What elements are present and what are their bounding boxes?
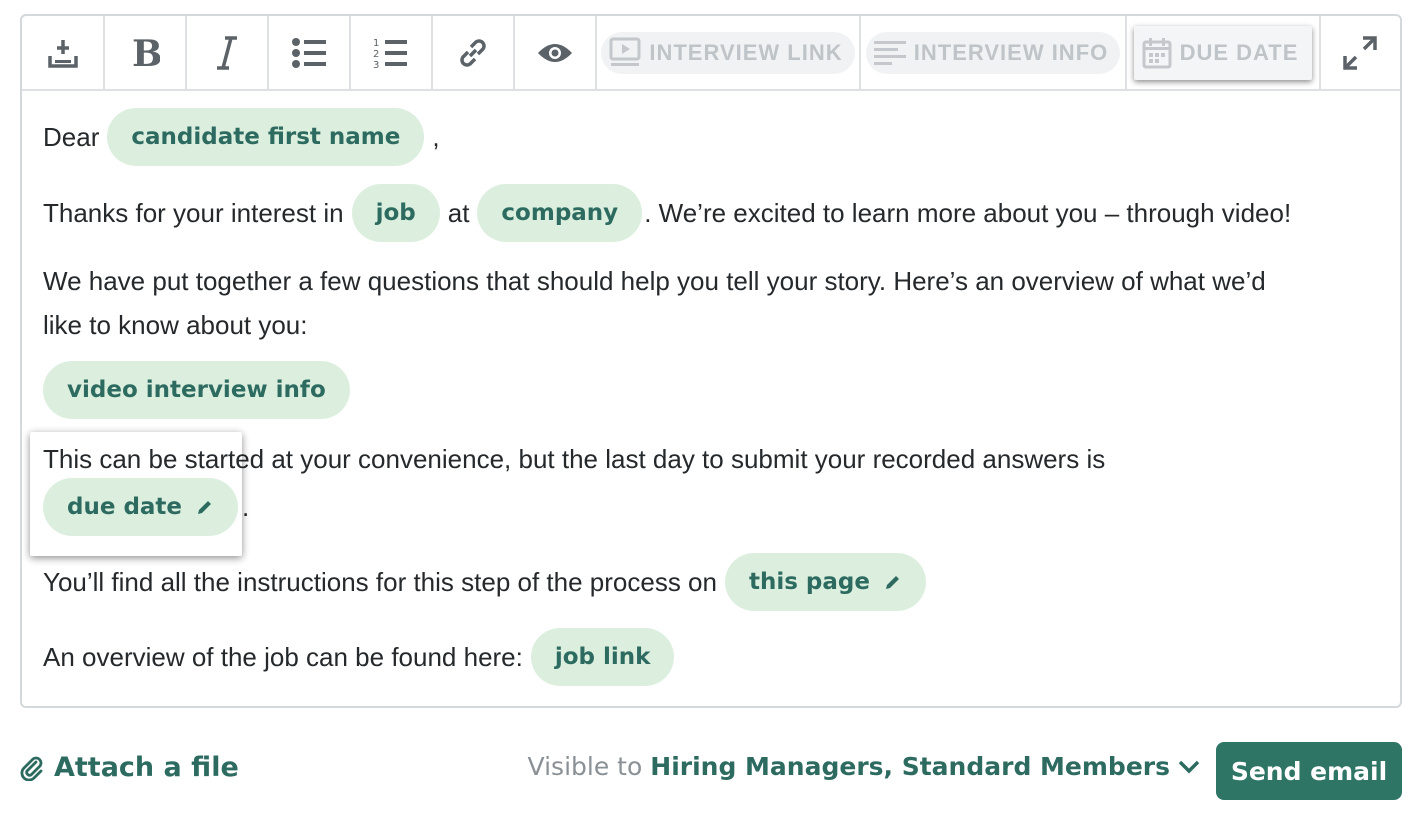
merge-tag-label: due date bbox=[67, 494, 183, 520]
editor-toolbar: B 1 2 3 INTERVIEW LINK INTERVIEW INFO DU… bbox=[22, 16, 1400, 91]
convenience-text: This can be started at your convenience,… bbox=[43, 444, 1106, 474]
thanks-at-text: at bbox=[447, 197, 470, 228]
svg-text:2: 2 bbox=[373, 49, 379, 60]
overview-text-1: We have put together a few questions tha… bbox=[43, 266, 1266, 296]
merge-tag-label: this page bbox=[748, 569, 870, 595]
due-date-period: . bbox=[242, 491, 250, 522]
thanks-line: Thanks for your interest in job at compa… bbox=[43, 184, 1291, 242]
fullscreen-button[interactable] bbox=[1321, 16, 1399, 89]
paperclip-icon bbox=[20, 756, 43, 781]
visible-to-prefix: Visible to bbox=[527, 752, 643, 781]
job-overview-text: An overview of the job can be found here… bbox=[43, 641, 523, 672]
numbered-list-icon: 1 2 3 bbox=[373, 38, 407, 70]
link-icon bbox=[460, 38, 486, 67]
send-email-button[interactable]: Send email bbox=[1216, 742, 1402, 800]
thanks-text: Thanks for your interest in bbox=[43, 197, 344, 228]
insert-template-icon bbox=[47, 39, 78, 68]
interview-info-tag-wrapper: INTERVIEW INFO bbox=[861, 16, 1127, 89]
bullet-list-button[interactable] bbox=[269, 16, 351, 89]
convenience-line: This can be started at your convenience,… bbox=[43, 444, 1105, 475]
merge-tag-label: candidate first name bbox=[131, 124, 401, 150]
attach-file-link[interactable]: Attach a file bbox=[20, 752, 239, 783]
bullet-list-icon bbox=[292, 37, 326, 68]
attach-file-label: Attach a file bbox=[54, 752, 239, 783]
due-date-line: due date . bbox=[43, 478, 249, 536]
merge-tag-candidate-first-name[interactable]: candidate first name bbox=[107, 108, 425, 166]
merge-tag-this-page[interactable]: this page bbox=[724, 553, 926, 611]
merge-tag-label: video interview info bbox=[67, 377, 326, 403]
email-editor: B 1 2 3 INTERVIEW LINK INTERVIEW INFO DU… bbox=[20, 14, 1402, 708]
pencil-edit-icon[interactable] bbox=[196, 498, 214, 516]
merge-tag-company[interactable]: company bbox=[477, 184, 643, 242]
merge-tag-due-date[interactable]: due date bbox=[43, 478, 239, 536]
merge-tag-label: job link bbox=[554, 644, 651, 670]
interview-link-tag-label: INTERVIEW LINK bbox=[649, 39, 843, 65]
calendar-icon bbox=[1142, 37, 1172, 68]
merge-tag-video-interview-info[interactable]: video interview info bbox=[43, 361, 350, 419]
due-date-tag-label: DUE DATE bbox=[1179, 39, 1299, 65]
merge-tag-job-link[interactable]: job link bbox=[530, 628, 675, 686]
overview-text-2: like to know about you: bbox=[43, 310, 308, 340]
numbered-list-button[interactable]: 1 2 3 bbox=[351, 16, 433, 89]
visible-to-value: Hiring Managers, Standard Members bbox=[650, 752, 1170, 781]
text-lines-icon bbox=[873, 40, 906, 65]
pencil-edit-icon[interactable] bbox=[884, 573, 902, 591]
interview-link-tag-button[interactable]: INTERVIEW LINK bbox=[601, 31, 855, 74]
svg-text:B: B bbox=[132, 36, 160, 70]
bold-button[interactable]: B bbox=[105, 16, 187, 89]
preview-eye-icon bbox=[538, 43, 572, 62]
greeting-text: Dear bbox=[43, 121, 100, 152]
due-date-tag-wrapper: DUE DATE bbox=[1127, 16, 1321, 89]
overview-line-1: We have put together a few questions tha… bbox=[43, 266, 1266, 297]
expand-icon bbox=[1343, 35, 1377, 70]
svg-text:3: 3 bbox=[373, 60, 379, 70]
video-info-line: video interview info bbox=[43, 361, 358, 419]
due-date-tag-button[interactable]: DUE DATE bbox=[1133, 25, 1313, 80]
link-button[interactable] bbox=[433, 16, 515, 89]
greeting-line: Dear candidate first name , bbox=[43, 108, 440, 166]
italic-button[interactable] bbox=[187, 16, 269, 89]
instructions-text: You’ll find all the instructions for thi… bbox=[43, 566, 717, 597]
interview-link-tag-wrapper: INTERVIEW LINK bbox=[597, 16, 861, 89]
greeting-comma: , bbox=[432, 121, 440, 152]
merge-tag-job[interactable]: job bbox=[351, 184, 440, 242]
overview-line-2: like to know about you: bbox=[43, 310, 308, 341]
interview-info-tag-label: INTERVIEW INFO bbox=[913, 39, 1109, 65]
merge-tag-label: company bbox=[501, 200, 619, 226]
bold-icon: B bbox=[132, 36, 160, 70]
svg-text:1: 1 bbox=[373, 38, 379, 49]
italic-icon bbox=[217, 35, 237, 70]
interview-info-tag-button[interactable]: INTERVIEW INFO bbox=[865, 31, 1121, 74]
preview-button[interactable] bbox=[515, 16, 597, 89]
insert-template-button[interactable] bbox=[22, 16, 105, 89]
chevron-down-icon bbox=[1178, 760, 1200, 773]
video-play-icon bbox=[609, 37, 641, 66]
merge-tag-label: job bbox=[375, 200, 416, 226]
job-overview-line: An overview of the job can be found here… bbox=[43, 628, 682, 686]
thanks-tail-text: . We’re excited to learn more about you … bbox=[644, 197, 1292, 228]
visibility-selector[interactable]: Visible to Hiring Managers, Standard Mem… bbox=[528, 752, 1200, 781]
instructions-line: You’ll find all the instructions for thi… bbox=[43, 553, 934, 611]
